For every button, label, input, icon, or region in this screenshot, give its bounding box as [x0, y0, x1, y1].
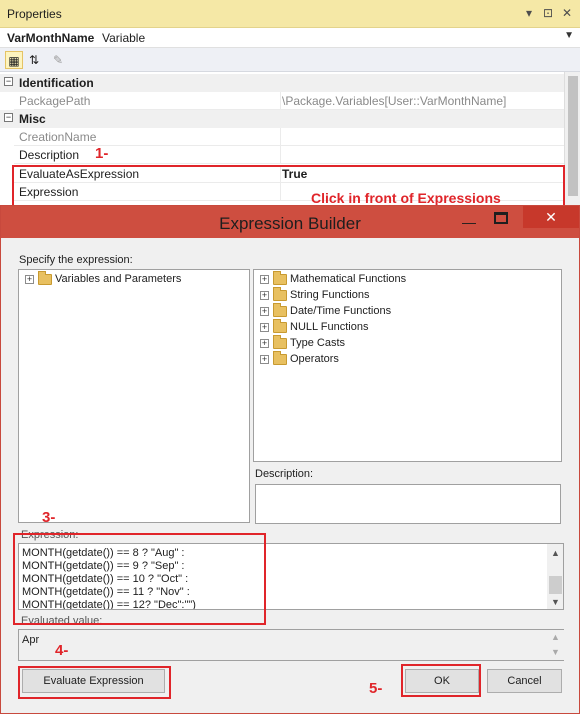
- annotation-step-3: 3-: [42, 509, 56, 526]
- object-selector[interactable]: VarMonthName Variable ▼: [0, 28, 580, 48]
- tree-node-label: NULL Functions: [290, 321, 369, 333]
- properties-title: Properties: [7, 7, 62, 21]
- dialog-title-bar: Expression Builder — ✕: [1, 206, 579, 238]
- evaluated-value-box: Apr ▲ ▼: [18, 629, 564, 661]
- expand-icon[interactable]: +: [260, 291, 269, 300]
- column-divider: [280, 128, 281, 146]
- scroll-up-icon[interactable]: ▲: [547, 548, 563, 558]
- categorized-icon[interactable]: ▦: [5, 51, 23, 69]
- tree-node-label: Operators: [290, 353, 339, 365]
- expand-icon[interactable]: +: [260, 307, 269, 316]
- scroll-up-icon: ▲: [551, 632, 560, 642]
- folder-icon: [273, 271, 287, 285]
- expand-icon[interactable]: +: [260, 323, 269, 332]
- tree-node-label: Date/Time Functions: [290, 305, 392, 317]
- row-package-path[interactable]: PackagePath \Package.Variables[User::Var…: [14, 92, 564, 110]
- tree-node-label: Type Casts: [290, 337, 346, 349]
- description-box: [255, 484, 561, 524]
- expand-icon[interactable]: +: [25, 275, 34, 284]
- folder-icon: [273, 319, 287, 333]
- folder-icon: [273, 351, 287, 365]
- close-icon[interactable]: ✕: [562, 6, 572, 20]
- expand-icon[interactable]: +: [260, 275, 269, 284]
- expand-icon[interactable]: +: [260, 339, 269, 348]
- alphabetical-sort-icon[interactable]: ⇅: [25, 51, 43, 69]
- property-value: \Package.Variables[User::VarMonthName]: [282, 94, 507, 108]
- chevron-down-icon[interactable]: ▼: [564, 30, 574, 41]
- property-grid-scrollbar[interactable]: [564, 72, 580, 208]
- property-key: Description: [19, 148, 80, 162]
- cancel-button[interactable]: Cancel: [487, 669, 562, 693]
- column-divider: [280, 146, 281, 164]
- collapse-icon[interactable]: −: [4, 77, 13, 86]
- column-divider: [280, 92, 281, 110]
- expand-icon[interactable]: +: [260, 355, 269, 364]
- property-key: PackagePath: [19, 94, 91, 108]
- dialog-title: Expression Builder: [219, 214, 361, 233]
- collapse-icon[interactable]: −: [4, 113, 13, 122]
- properties-toolbar: ▦ ⇅ ✎: [0, 48, 580, 72]
- functions-tree[interactable]: + Mathematical Functions + String Functi…: [253, 269, 562, 462]
- evaluated-scrollbar: ▲ ▼: [547, 630, 564, 660]
- row-creation-name[interactable]: CreationName: [14, 128, 564, 146]
- category-label: Misc: [19, 112, 46, 126]
- scrollbar-thumb[interactable]: [549, 576, 562, 594]
- description-label: Description:: [255, 468, 314, 480]
- scroll-down-icon: ▼: [551, 647, 560, 657]
- tree-node-label: Mathematical Functions: [290, 273, 407, 285]
- scrollbar-thumb[interactable]: [568, 76, 578, 196]
- tree-node-label: String Functions: [290, 289, 370, 301]
- annotation-step-4: 4-: [55, 642, 69, 659]
- folder-icon: [273, 303, 287, 317]
- evaluated-value: Apr: [22, 634, 40, 646]
- annotation-box-evaluate: [18, 666, 171, 699]
- annotation-box-expression: [13, 533, 266, 625]
- annotation-hint: Click in front of Expressions: [311, 190, 501, 206]
- annotation-step-5: 5-: [369, 680, 383, 697]
- object-type: Variable: [102, 31, 146, 45]
- folder-icon: [273, 335, 287, 349]
- pin-icon[interactable]: ⊡: [543, 6, 553, 20]
- expression-builder-dialog: Expression Builder — ✕ Specify the expre…: [0, 205, 580, 714]
- annotation-box-ok: [401, 664, 481, 697]
- folder-icon: [273, 287, 287, 301]
- maximize-icon[interactable]: [494, 212, 508, 224]
- scroll-down-icon[interactable]: ▼: [547, 597, 563, 607]
- property-key: CreationName: [19, 130, 97, 144]
- expression-scrollbar[interactable]: ▲ ▼: [547, 544, 563, 609]
- category-identification[interactable]: − Identification: [0, 74, 564, 92]
- category-label: Identification: [19, 76, 94, 90]
- close-icon[interactable]: ✕: [523, 206, 579, 228]
- wrench-icon[interactable]: ✎: [49, 51, 67, 69]
- tree-node-label: Variables and Parameters: [55, 273, 182, 285]
- dropdown-icon[interactable]: ▾: [526, 6, 532, 20]
- specify-expression-label: Specify the expression:: [19, 254, 133, 266]
- variables-tree[interactable]: + Variables and Parameters: [18, 269, 250, 523]
- annotation-step-1: 1-: [95, 145, 109, 162]
- properties-title-bar: Properties ▾ ⊡ ✕: [0, 0, 580, 28]
- folder-icon: [38, 271, 52, 285]
- minimize-icon[interactable]: —: [462, 214, 476, 230]
- object-name: VarMonthName: [7, 31, 95, 45]
- category-misc[interactable]: − Misc: [0, 110, 564, 128]
